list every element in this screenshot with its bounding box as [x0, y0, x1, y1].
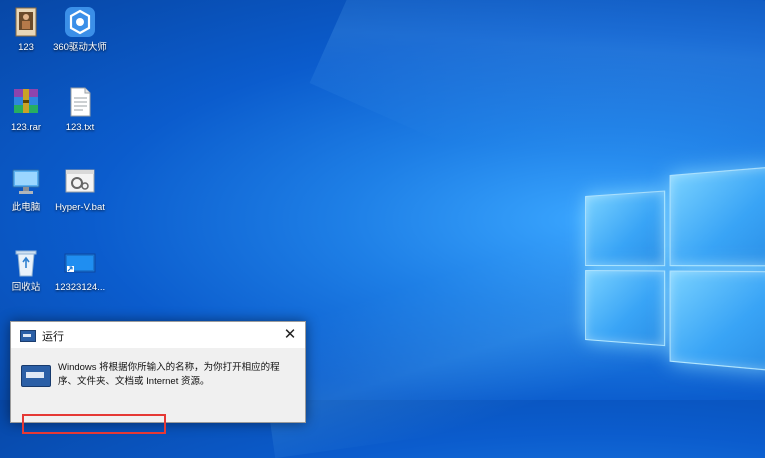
desktop-icon-hyper-v-bat[interactable]: Hyper-V.bat — [52, 166, 108, 213]
desktop-icon-this-pc[interactable]: 此电脑 — [0, 166, 54, 213]
run-dialog-title: 运行 — [42, 331, 64, 343]
desktop-icon-360-driver[interactable]: 360驱动大师 — [52, 6, 108, 53]
run-dialog-body: Windows 将根据你所输入的名称，为你打开相应的程序、文件夹、文档或 Int… — [11, 348, 305, 434]
desktop-icon-recycle-bin[interactable]: 回收站 — [0, 246, 54, 293]
text-file-icon — [64, 86, 96, 118]
desktop-icon-123[interactable]: 123 — [0, 6, 54, 53]
desktop-icon-123-txt[interactable]: 123.txt — [52, 86, 108, 133]
windows-logo-wallpaper — [585, 161, 765, 372]
driver-master-icon — [64, 6, 96, 38]
close-icon: ✕ — [283, 326, 297, 343]
run-description: Windows 将根据你所输入的名称，为你打开相应的程序、文件夹、文档或 Int… — [58, 362, 280, 387]
logo-pane-top-right — [669, 166, 765, 267]
desktop-icon-123-rar[interactable]: 123.rar — [0, 86, 54, 133]
recycle-bin-icon — [10, 246, 42, 278]
shortcut-icon — [64, 246, 96, 278]
batch-file-icon — [64, 166, 96, 198]
logo-pane-top-left — [585, 190, 666, 267]
run-app-icon — [20, 330, 36, 342]
rar-archive-icon — [10, 86, 42, 118]
run-dialog[interactable]: 运行 ✕ Windows 将根据你所输入的名称，为你打开相应的程序、文件夹、文档… — [10, 321, 306, 434]
close-button[interactable]: ✕ — [277, 323, 303, 347]
image-file-icon — [10, 6, 42, 38]
desktop-icon-shortcut-12323124[interactable]: 12323124... — [52, 246, 108, 293]
logo-pane-bottom-right — [669, 270, 765, 372]
this-pc-icon — [10, 166, 42, 198]
highlight-box — [22, 414, 166, 434]
logo-pane-bottom-left — [585, 270, 666, 347]
run-program-icon — [21, 365, 51, 387]
run-dialog-titlebar[interactable]: 运行 ✕ — [11, 322, 305, 348]
